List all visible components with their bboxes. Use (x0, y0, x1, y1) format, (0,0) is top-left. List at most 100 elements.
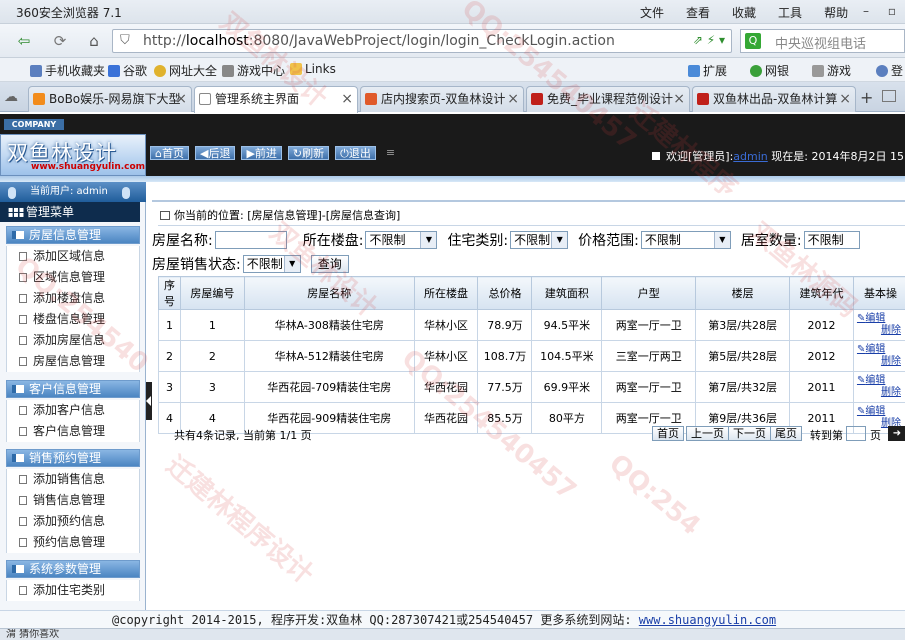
search-input[interactable]: Q 中央巡视组电话 (740, 29, 905, 53)
cell: 2012 (789, 340, 854, 372)
menu-item-booking-manage[interactable]: 预约信息管理 (6, 532, 140, 553)
building-select[interactable]: 不限制 ▼ (365, 231, 438, 249)
tab-admin-main[interactable]: 管理系统主界面 × (194, 86, 358, 113)
close-icon[interactable]: × (507, 87, 519, 111)
extension-icon (688, 65, 700, 77)
close-icon[interactable]: × (839, 87, 851, 111)
tab-list-icon[interactable] (882, 90, 896, 102)
cloud-icon[interactable]: ☁ (4, 89, 18, 105)
nav-logout-button[interactable]: ⏻退出 (335, 146, 376, 160)
new-tab-icon[interactable]: + (860, 88, 873, 107)
pin-icon (8, 187, 16, 199)
house-type-label: 住宅类别: (447, 233, 509, 249)
menu-item-customer-manage[interactable]: 客户信息管理 (6, 421, 140, 442)
tab-free-course[interactable]: 免费_毕业课程范例设计 × (526, 86, 690, 112)
current-user-link[interactable]: admin (733, 150, 767, 163)
url-input[interactable]: ⛉ http://localhost:8080/JavaWebProject/l… (112, 29, 732, 53)
phone-icon (30, 65, 42, 77)
house-name-label: 房屋名称: (152, 233, 213, 249)
menu-view[interactable]: 查看 (686, 4, 710, 21)
close-icon[interactable]: × (341, 87, 353, 111)
tab-bobo[interactable]: BoBo娱乐-网易旗下大型 × (28, 86, 192, 112)
menu-item-area-manage[interactable]: 区域信息管理 (6, 267, 140, 288)
first-page-button[interactable]: 首页 (652, 426, 684, 441)
app-header: COMPANY 双鱼林设计 www.shuangyulin.com ⌂首页 ◀后… (0, 114, 905, 176)
col-header: 总价格 (477, 276, 533, 310)
bookmark-item[interactable]: 谷歌 (108, 62, 147, 79)
minimize-icon[interactable]: – (857, 2, 875, 20)
bookmark-item[interactable]: 登 (876, 62, 903, 79)
menu-item-add-building[interactable]: 添加楼盘信息 (6, 288, 140, 309)
bookmark-item[interactable]: 网址大全 (154, 62, 217, 79)
group-icon (12, 385, 24, 393)
menu-item-add-house-type[interactable]: 添加住宅类别 (6, 580, 140, 601)
footer-site-link[interactable]: www.shuangyulin.com (639, 613, 776, 627)
delete-link[interactable]: 删除 (857, 356, 905, 368)
doc-icon (19, 336, 27, 345)
sale-status-select[interactable]: 不限制 ▼ (242, 255, 301, 273)
menu-file[interactable]: 文件 (640, 4, 664, 21)
cell: 2 (179, 340, 245, 372)
home-icon[interactable]: ⌂ (82, 29, 106, 53)
delete-link[interactable]: 删除 (857, 325, 905, 337)
menu-item-add-customer[interactable]: 添加客户信息 (6, 400, 140, 421)
menu-favorites[interactable]: 收藏 (732, 4, 756, 21)
menu-group-system[interactable]: 系统参数管理 (6, 560, 140, 578)
bookmark-item[interactable]: Links (290, 62, 336, 76)
folder-icon (290, 63, 302, 75)
bookmark-item[interactable]: 游戏中心 (222, 62, 285, 79)
nav-forward-button[interactable]: ▶前进 (241, 146, 282, 160)
edit-link[interactable]: ✎编辑 (857, 375, 905, 387)
edit-link[interactable]: ✎编辑 (857, 344, 905, 356)
close-icon[interactable]: × (673, 87, 685, 111)
bookmark-item[interactable]: 网银 (750, 62, 789, 79)
search-button[interactable]: 查询 (310, 255, 349, 273)
menu-item-add-sale[interactable]: 添加销售信息 (6, 469, 140, 490)
cell: 2 (158, 340, 181, 372)
price-range-select[interactable]: 不限制 ▼ (640, 231, 731, 249)
house-type-select[interactable]: 不限制 ▼ (510, 231, 569, 249)
go-arrow-icon[interactable]: ➜ (888, 426, 905, 441)
menu-group-house[interactable]: 房屋信息管理 (6, 226, 140, 244)
edit-link[interactable]: ✎编辑 (857, 313, 905, 325)
maximize-icon[interactable]: ▫ (883, 2, 901, 20)
url-actions-icon[interactable]: ⇗ ⚡ ▾ (693, 33, 725, 47)
rooms-select[interactable]: 不限制 (803, 231, 860, 249)
search-icon[interactable]: Q (745, 33, 761, 49)
bookmark-item[interactable]: 扩展 (688, 62, 727, 79)
menu-item-building-manage[interactable]: 楼盘信息管理 (6, 309, 140, 330)
nav-refresh-button[interactable]: ↻刷新 (287, 146, 330, 160)
house-name-input[interactable] (214, 231, 287, 249)
prev-page-button[interactable]: 上一页 (686, 426, 729, 441)
current-user-bar: 当前用户: admin (0, 182, 146, 202)
menu-icon[interactable]: ≡ (382, 146, 399, 160)
back-arrow-icon[interactable]: ⇦ (12, 29, 36, 53)
refresh-icon[interactable]: ⟳ (48, 29, 72, 53)
table-row: 3 3 华西花园-709精装住宅房 华西花园 77.5万 69.9平米 两室一厅… (158, 371, 905, 403)
tab-shuangyulin[interactable]: 双鱼林出品-双鱼林计算 × (692, 86, 856, 112)
menu-item-sale-manage[interactable]: 销售信息管理 (6, 490, 140, 511)
nav-home-button[interactable]: ⌂首页 (150, 146, 189, 160)
tab-favicon-icon (531, 93, 543, 105)
page-number-input[interactable] (846, 426, 866, 441)
menu-group-customer[interactable]: 客户信息管理 (6, 380, 140, 398)
col-header: 所在楼盘 (413, 276, 479, 310)
delete-link[interactable]: 删除 (857, 387, 905, 399)
menu-item-house-manage[interactable]: 房屋信息管理 (6, 351, 140, 372)
menu-tools[interactable]: 工具 (778, 4, 802, 21)
menu-item-add-house[interactable]: 添加房屋信息 (6, 330, 140, 351)
bookmark-item[interactable]: 手机收藏夹 (30, 62, 105, 79)
menu-item-add-booking[interactable]: 添加预约信息 (6, 511, 140, 532)
edit-link[interactable]: ✎编辑 (857, 406, 905, 418)
nav-back-button[interactable]: ◀后退 (194, 146, 236, 160)
next-page-button[interactable]: 下一页 (728, 426, 771, 441)
menu-help[interactable]: 帮助 (824, 4, 848, 21)
pin-icon (122, 187, 130, 199)
ops-cell: ✎编辑 删除 (852, 371, 905, 403)
bookmark-item[interactable]: 游戏 (812, 62, 851, 79)
tab-shop-search[interactable]: 店内搜索页-双鱼林设计 × (360, 86, 524, 112)
menu-group-sales[interactable]: 销售预约管理 (6, 449, 140, 467)
close-icon[interactable]: × (175, 87, 187, 111)
menu-item-add-area[interactable]: 添加区域信息 (6, 246, 140, 267)
last-page-button[interactable]: 尾页 (770, 426, 802, 441)
